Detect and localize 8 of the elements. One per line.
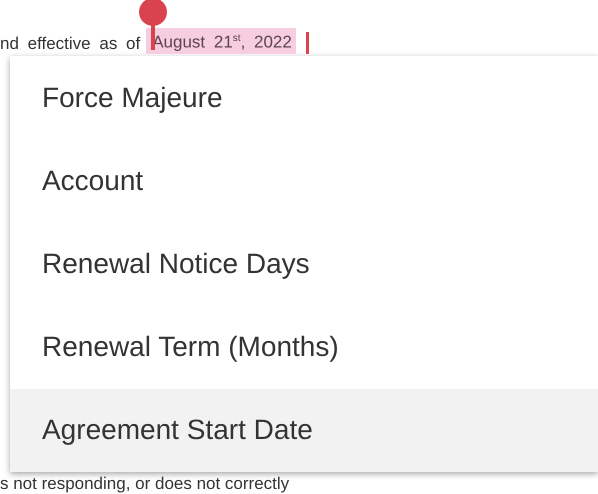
menu-item[interactable]: Force Majeure <box>10 56 598 140</box>
menu-item[interactable]: Renewal Notice Days <box>10 222 598 306</box>
highlighted-date: August 21$^{st}$, 2022 <box>146 28 296 54</box>
menu-item[interactable]: Account <box>10 139 598 222</box>
document-text: nd effective as of <box>0 34 140 54</box>
menu-item[interactable]: Renewal Term (Months) <box>10 306 598 389</box>
document-text: s not responding, or does not correctly <box>0 474 290 494</box>
menu-item[interactable]: Agreement Start Date <box>10 388 598 472</box>
